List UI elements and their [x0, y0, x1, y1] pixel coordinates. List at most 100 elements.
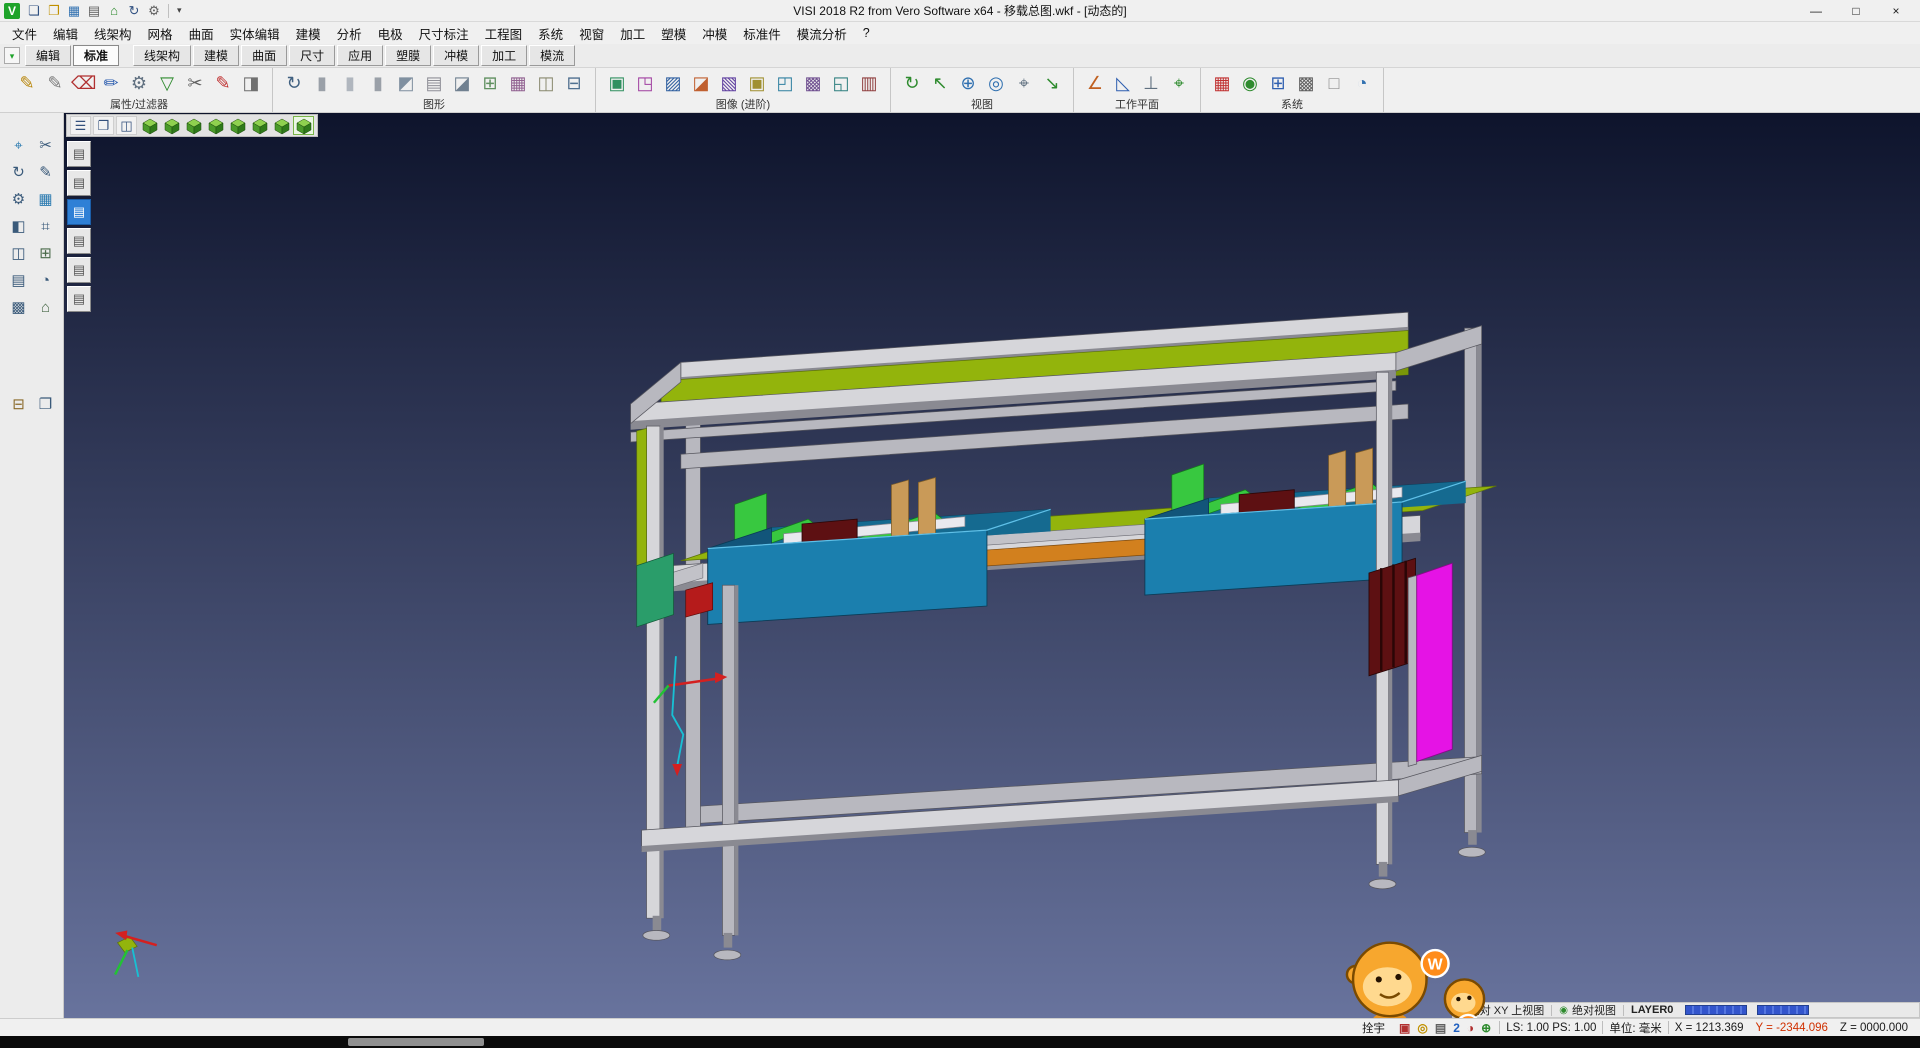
toolbar-icon[interactable]: ↻	[281, 69, 307, 96]
menu-item[interactable]: 分析	[329, 22, 370, 45]
toolbar-icon[interactable]: ⊞	[477, 69, 503, 96]
menu-item[interactable]: 系统	[530, 22, 571, 45]
status-icon[interactable]: ◑	[1467, 1021, 1474, 1035]
side-panel-button[interactable]: ▤	[67, 170, 91, 196]
toolbar-icon[interactable]: ▧	[716, 69, 742, 96]
toolbar-icon[interactable]: ⊥	[1138, 69, 1164, 96]
menu-item[interactable]: 加工	[612, 22, 653, 45]
close-button[interactable]: ×	[1876, 1, 1916, 21]
menu-item[interactable]: 建模	[288, 22, 329, 45]
dock-tool-icon[interactable]: ✎	[32, 160, 59, 187]
menu-item[interactable]: 实体编辑	[222, 22, 288, 45]
toolbar-icon[interactable]: ◺	[1110, 69, 1136, 96]
taskbar-window-segment[interactable]	[348, 1038, 484, 1046]
toolbar-icon[interactable]: ▩	[1293, 69, 1319, 96]
toolbar-icon[interactable]: ▮	[337, 69, 363, 96]
toolbar-icon[interactable]: ⌖	[1011, 69, 1037, 96]
toolbar-icon[interactable]: ▥	[856, 69, 882, 96]
tab[interactable]: 标准	[73, 45, 119, 66]
toolbar-icon[interactable]: ▦	[1209, 69, 1235, 96]
toolbar-icon[interactable]: ▤	[421, 69, 447, 96]
toolbar-icon[interactable]: ⊕	[955, 69, 981, 96]
side-panel-button[interactable]: ▤	[67, 141, 91, 167]
toolbar-icon[interactable]: ◰	[772, 69, 798, 96]
toolbar-icon[interactable]: ▣	[604, 69, 630, 96]
side-panel-button[interactable]: ▤	[67, 257, 91, 283]
quick-access-icon[interactable]: ⌂	[104, 2, 124, 20]
toolbar-icon[interactable]: ▨	[660, 69, 686, 96]
dock-tool-icon[interactable]: ↻	[5, 160, 32, 187]
side-panel-button[interactable]: ▤	[67, 199, 91, 225]
toolbar-icon[interactable]: ⌖	[1166, 69, 1192, 96]
quick-access-icon[interactable]: ❐	[44, 2, 64, 20]
menu-item[interactable]: 文件	[4, 22, 45, 45]
toolbar-icon[interactable]: ◱	[828, 69, 854, 96]
snap-toggle-label[interactable]: 拴宇	[1356, 1020, 1391, 1036]
toolbar-icon[interactable]: ↖	[927, 69, 953, 96]
quick-access-icon[interactable]: ▤	[84, 2, 104, 20]
dock-tool-icon[interactable]: ▤	[5, 268, 32, 295]
menu-item[interactable]: 标准件	[735, 22, 789, 45]
toolbar-icon[interactable]: ↻	[899, 69, 925, 96]
toolbar-icon[interactable]: ◉	[1237, 69, 1263, 96]
toolbar-icon[interactable]: ▦	[505, 69, 531, 96]
dock-tool-icon[interactable]: ▦	[32, 187, 59, 214]
quick-access-icon[interactable]: ❏	[24, 2, 44, 20]
toolbar-icon[interactable]: ✏	[98, 69, 124, 96]
menu-item[interactable]: 冲模	[694, 22, 735, 45]
view-cube-icon[interactable]	[205, 116, 226, 135]
tab[interactable]: 冲模	[433, 45, 479, 66]
quick-access-dropdown[interactable]: ▾	[173, 5, 186, 16]
view-cube-icon[interactable]	[249, 116, 270, 135]
menu-item[interactable]: 曲面	[181, 22, 222, 45]
menu-item[interactable]: 尺寸标注	[411, 22, 477, 45]
toolbar-icon[interactable]: ◪	[688, 69, 714, 96]
dock-tool-icon[interactable]: ◧	[5, 214, 32, 241]
dock-tool-icon[interactable]: ⌖	[5, 133, 32, 160]
view-cube-icon[interactable]	[293, 116, 314, 135]
tab[interactable]: 建模	[193, 45, 239, 66]
dock-tool-icon[interactable]: ◔	[32, 268, 59, 295]
tab[interactable]: 应用	[337, 45, 383, 66]
toolbar-icon[interactable]: ⊟	[561, 69, 587, 96]
toolbar-icon[interactable]: ▮	[365, 69, 391, 96]
status-icon[interactable]: 2	[1453, 1021, 1460, 1035]
toolbar-icon[interactable]: ▽	[154, 69, 180, 96]
toolbar-icon[interactable]: ◔	[1349, 69, 1375, 96]
viewport-canvas[interactable]	[64, 113, 1920, 1018]
minimize-button[interactable]: —	[1796, 1, 1836, 21]
tab-dropdown-icon[interactable]: ▾	[4, 47, 20, 64]
status-icon[interactable]: ▤	[1435, 1021, 1446, 1035]
tab[interactable]: 加工	[481, 45, 527, 66]
menu-item[interactable]: 视窗	[571, 22, 612, 45]
view-cube-icon[interactable]	[271, 116, 292, 135]
toolbar-icon[interactable]: ◩	[393, 69, 419, 96]
maximize-button[interactable]: □	[1836, 1, 1876, 21]
view-orientation-label[interactable]: 绝对 XY 上视图	[1469, 1002, 1545, 1018]
absolute-view-label[interactable]: 绝对视图	[1572, 1002, 1616, 1018]
dock-tool-icon[interactable]: ⌗	[32, 214, 59, 241]
side-panel-button[interactable]: ▤	[67, 228, 91, 254]
dock-tool-icon[interactable]: ✂	[32, 133, 59, 160]
menu-item[interactable]: 编辑	[45, 22, 86, 45]
tab[interactable]: 模流	[529, 45, 575, 66]
menu-item[interactable]: 线架构	[86, 22, 140, 45]
toolbar-icon[interactable]: ◪	[449, 69, 475, 96]
toolbar-icon[interactable]: ▮	[309, 69, 335, 96]
quick-access-icon[interactable]: ↻	[124, 2, 144, 20]
toolbar-icon[interactable]: ◎	[983, 69, 1009, 96]
quick-access-icon[interactable]: ▦	[64, 2, 84, 20]
menu-item[interactable]: 工程图	[477, 22, 531, 45]
menu-item[interactable]: 模流分析	[789, 22, 855, 45]
toolbar-icon[interactable]: ◫	[533, 69, 559, 96]
view-cube-icon[interactable]	[183, 116, 204, 135]
view-cube-icon[interactable]	[139, 116, 160, 135]
status-icon[interactable]: ⊕	[1481, 1021, 1491, 1035]
layer-label[interactable]: LAYER0	[1631, 1004, 1673, 1016]
toolbar-icon[interactable]: ✂	[182, 69, 208, 96]
dock-tool-icon[interactable]: ▩	[5, 295, 32, 322]
dock-tool-icon[interactable]: ⊟	[5, 392, 32, 419]
dock-tool-icon[interactable]: ⊞	[32, 241, 59, 268]
tab[interactable]: 编辑	[25, 45, 71, 66]
toolbar-icon[interactable]: ⚙	[126, 69, 152, 96]
